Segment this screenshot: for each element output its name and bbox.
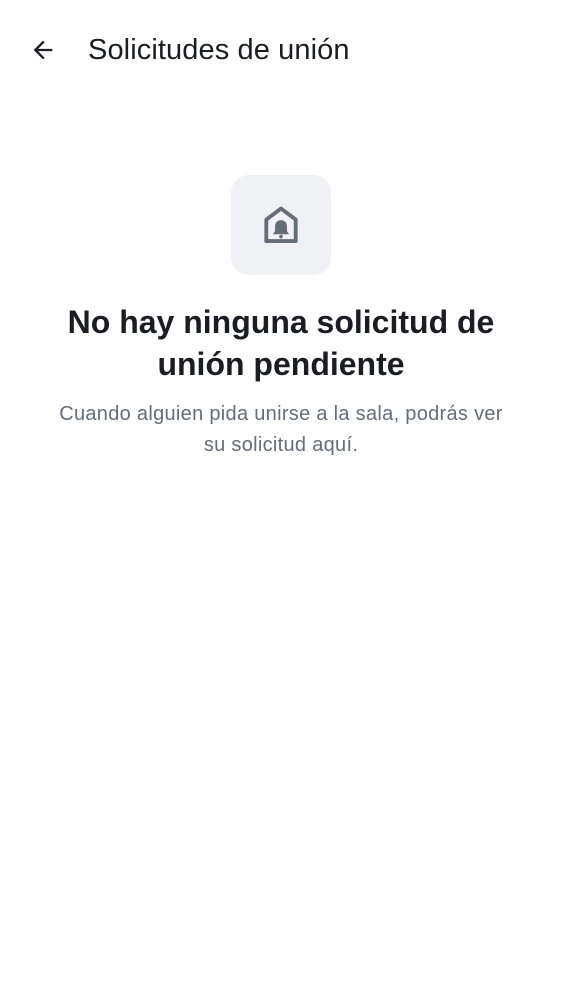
join-requests-screen: Solicitudes de unión No hay ninguna soli…	[0, 0, 562, 1000]
home-bell-icon	[264, 206, 298, 244]
empty-state-title: No hay ninguna solicitud de unión pendie…	[67, 304, 495, 382]
back-button[interactable]	[19, 26, 67, 74]
top-app-bar: Solicitudes de unión	[0, 0, 562, 100]
empty-state-icon-tile	[231, 175, 331, 275]
page-title: Solicitudes de unión	[88, 34, 350, 66]
empty-state-subtitle: Cuando alguien pida unirse a la sala, po…	[59, 403, 503, 456]
arrow-left-icon	[33, 40, 53, 60]
empty-state: No hay ninguna solicitud de unión pendie…	[0, 175, 562, 461]
